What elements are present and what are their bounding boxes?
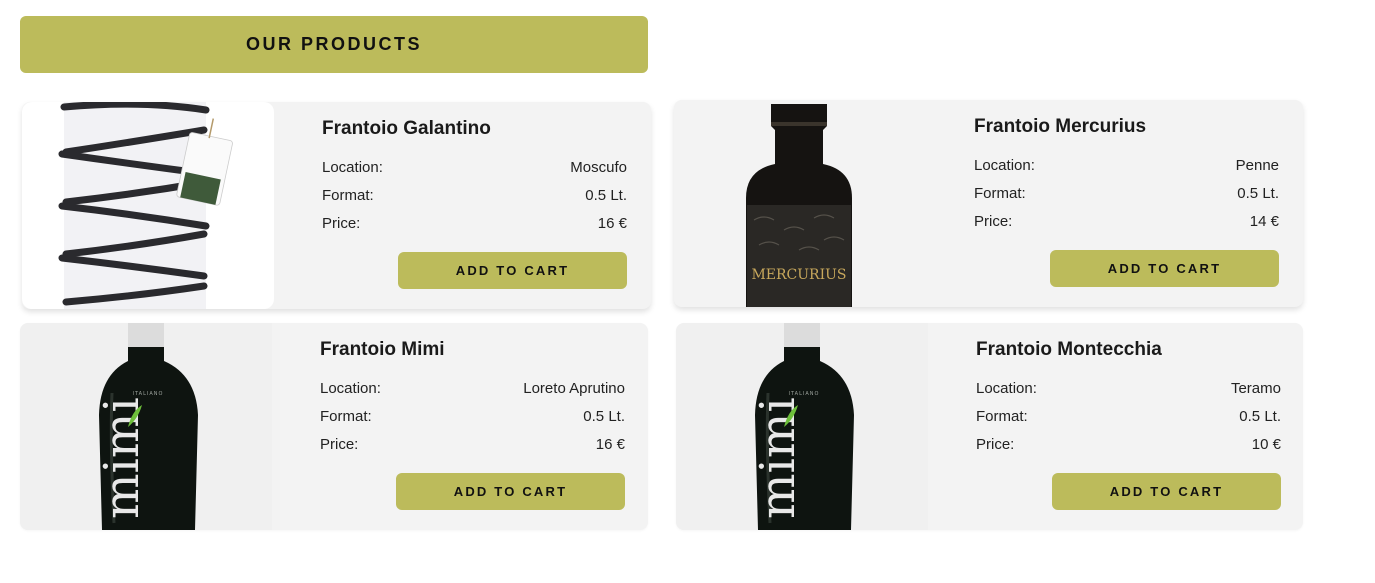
- format-value: 0.5 Lt.: [585, 187, 627, 204]
- location-row: Location: Loreto Aprutino: [320, 380, 625, 397]
- product-name: Frantoio Galantino: [322, 118, 491, 139]
- product-name: Frantoio Montecchia: [976, 339, 1162, 360]
- add-to-cart-button[interactable]: ADD TO CART: [1050, 250, 1279, 287]
- format-label: Format:: [976, 408, 1028, 425]
- page-title: OUR PRODUCTS: [245, 34, 422, 54]
- location-value: Loreto Aprutino: [523, 380, 625, 397]
- price-label: Price:: [320, 436, 359, 453]
- format-row: Format: 0.5 Lt.: [320, 408, 625, 425]
- format-value: 0.5 Lt.: [583, 408, 625, 425]
- add-to-cart-button[interactable]: ADD TO CART: [1052, 473, 1281, 510]
- mimi-bottle-image: ITALIANO mimi: [676, 323, 928, 530]
- price-row: Price: 10 €: [976, 436, 1281, 453]
- location-label: Location:: [322, 159, 383, 176]
- price-label: Price:: [976, 436, 1015, 453]
- galantino-bottle-image: [22, 102, 274, 309]
- product-card: ITALIANO mimi Frantoio Mimi Location: Lo…: [20, 323, 648, 530]
- location-row: Location: Teramo: [976, 380, 1281, 397]
- svg-text:MERCURIUS: MERCURIUS: [751, 267, 846, 283]
- format-label: Format:: [322, 187, 374, 204]
- location-label: Location:: [974, 157, 1035, 174]
- format-label: Format:: [320, 408, 372, 425]
- location-label: Location:: [320, 380, 381, 397]
- price-value: 16 €: [595, 436, 625, 453]
- price-value: 16 €: [597, 215, 627, 232]
- location-value: Teramo: [1230, 380, 1281, 397]
- format-row: Format: 0.5 Lt.: [974, 185, 1279, 202]
- location-row: Location: Penne: [974, 157, 1279, 174]
- price-label: Price:: [322, 215, 361, 232]
- add-to-cart-button[interactable]: ADD TO CART: [398, 252, 627, 289]
- price-label: Price:: [974, 213, 1013, 230]
- svg-text:mimi: mimi: [750, 397, 806, 519]
- product-name: Frantoio Mimi: [320, 339, 445, 360]
- format-value: 0.5 Lt.: [1239, 408, 1281, 425]
- product-name: Frantoio Mercurius: [974, 116, 1147, 137]
- svg-text:ITALIANO: ITALIANO: [133, 391, 164, 397]
- mercurius-bottle-image: MERCURIUS: [674, 100, 926, 307]
- price-value: 14 €: [1249, 213, 1279, 230]
- format-row: Format: 0.5 Lt.: [322, 187, 627, 204]
- mimi-bottle-image: ITALIANO mimi: [20, 323, 272, 530]
- product-image: [22, 102, 274, 309]
- svg-text:ITALIANO: ITALIANO: [789, 391, 820, 397]
- svg-text:mimi: mimi: [94, 397, 150, 519]
- format-label: Format:: [974, 185, 1026, 202]
- add-to-cart-button[interactable]: ADD TO CART: [396, 473, 625, 510]
- location-label: Location:: [976, 380, 1037, 397]
- price-row: Price: 16 €: [320, 436, 625, 453]
- price-row: Price: 14 €: [974, 213, 1279, 230]
- format-row: Format: 0.5 Lt.: [976, 408, 1281, 425]
- location-row: Location: Moscufo: [322, 159, 627, 176]
- price-value: 10 €: [1251, 436, 1281, 453]
- product-image: MERCURIUS: [674, 100, 926, 307]
- format-value: 0.5 Lt.: [1237, 185, 1279, 202]
- product-image: ITALIANO mimi: [676, 323, 928, 530]
- location-value: Penne: [1235, 157, 1279, 174]
- product-image: ITALIANO mimi: [20, 323, 272, 530]
- product-card: MERCURIUS Frantoio Mercurius Location: P…: [674, 100, 1303, 307]
- product-card: ITALIANO mimi Frantoio Montecchia Locati…: [676, 323, 1303, 530]
- products-header: OUR PRODUCTS: [20, 16, 648, 73]
- price-row: Price: 16 €: [322, 215, 627, 232]
- location-value: Moscufo: [570, 159, 627, 176]
- product-card: Frantoio Galantino Location: Moscufo For…: [22, 102, 651, 309]
